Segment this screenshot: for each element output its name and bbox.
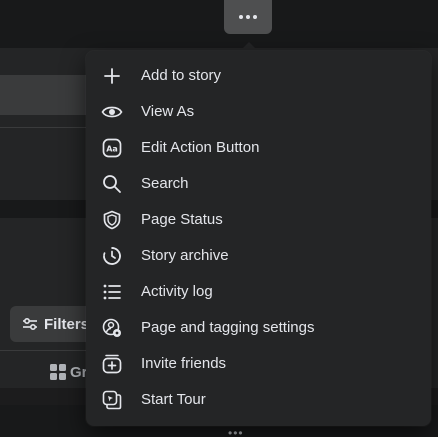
menu-item-activity-log[interactable]: Activity log xyxy=(94,274,423,310)
menu-item-label: Page and tagging settings xyxy=(141,319,315,336)
menu-item-view-as[interactable]: View As xyxy=(94,94,423,130)
menu-item-label: Add to story xyxy=(141,67,222,84)
plus-icon xyxy=(101,65,123,87)
menu-item-label: Page Status xyxy=(141,211,223,228)
grid-view-tab[interactable]: Gr xyxy=(50,362,88,382)
list-icon xyxy=(101,281,123,303)
filters-label: Filters xyxy=(44,315,90,333)
menu-item-label: Story archive xyxy=(141,247,229,264)
menu-item-label: Start Tour xyxy=(141,391,206,408)
menu-item-story-archive[interactable]: Story archive xyxy=(94,238,423,274)
more-dots-icon[interactable]: ••• xyxy=(228,426,244,437)
menu-item-label: Activity log xyxy=(141,283,213,300)
menu-item-label: Edit Action Button xyxy=(141,139,260,156)
divider xyxy=(0,350,100,351)
more-options-button[interactable] xyxy=(224,0,272,34)
page: Filters Gr ••• Add to story View As Aa E… xyxy=(0,0,438,437)
menu-item-edit-action-button[interactable]: Aa Edit Action Button xyxy=(94,130,423,166)
top-bar xyxy=(0,0,438,48)
grid-tab-label: Gr xyxy=(70,363,88,381)
more-options-menu: Add to story View As Aa Edit Action Butt… xyxy=(86,51,431,426)
divider xyxy=(0,127,100,128)
menu-item-invite-friends[interactable]: Invite friends xyxy=(94,346,423,382)
invite-icon xyxy=(101,353,123,375)
menu-item-page-and-tagging-settings[interactable]: Page and tagging settings xyxy=(94,310,423,346)
menu-item-page-status[interactable]: Page Status xyxy=(94,202,423,238)
menu-item-search[interactable]: Search xyxy=(94,166,423,202)
sliders-icon xyxy=(23,317,37,331)
menu-item-label: View As xyxy=(141,103,195,120)
shield-icon xyxy=(101,209,123,231)
dot-icon xyxy=(246,15,250,19)
dot-icon xyxy=(253,15,257,19)
tour-icon xyxy=(101,389,123,411)
clock-archive-icon xyxy=(101,245,123,267)
eye-icon xyxy=(101,101,123,123)
dot-icon xyxy=(239,15,243,19)
person-gear-icon xyxy=(101,317,123,339)
menu-pointer xyxy=(240,42,258,51)
search-icon xyxy=(101,173,123,195)
grid-icon xyxy=(50,364,66,380)
menu-item-label: Search xyxy=(141,175,189,192)
menu-item-start-tour[interactable]: Start Tour xyxy=(94,382,423,418)
svg-text:Aa: Aa xyxy=(106,145,118,154)
menu-item-label: Invite friends xyxy=(141,355,227,372)
action-button-icon: Aa xyxy=(101,137,123,159)
header-input[interactable] xyxy=(0,75,100,115)
menu-item-add-to-story[interactable]: Add to story xyxy=(94,58,423,94)
